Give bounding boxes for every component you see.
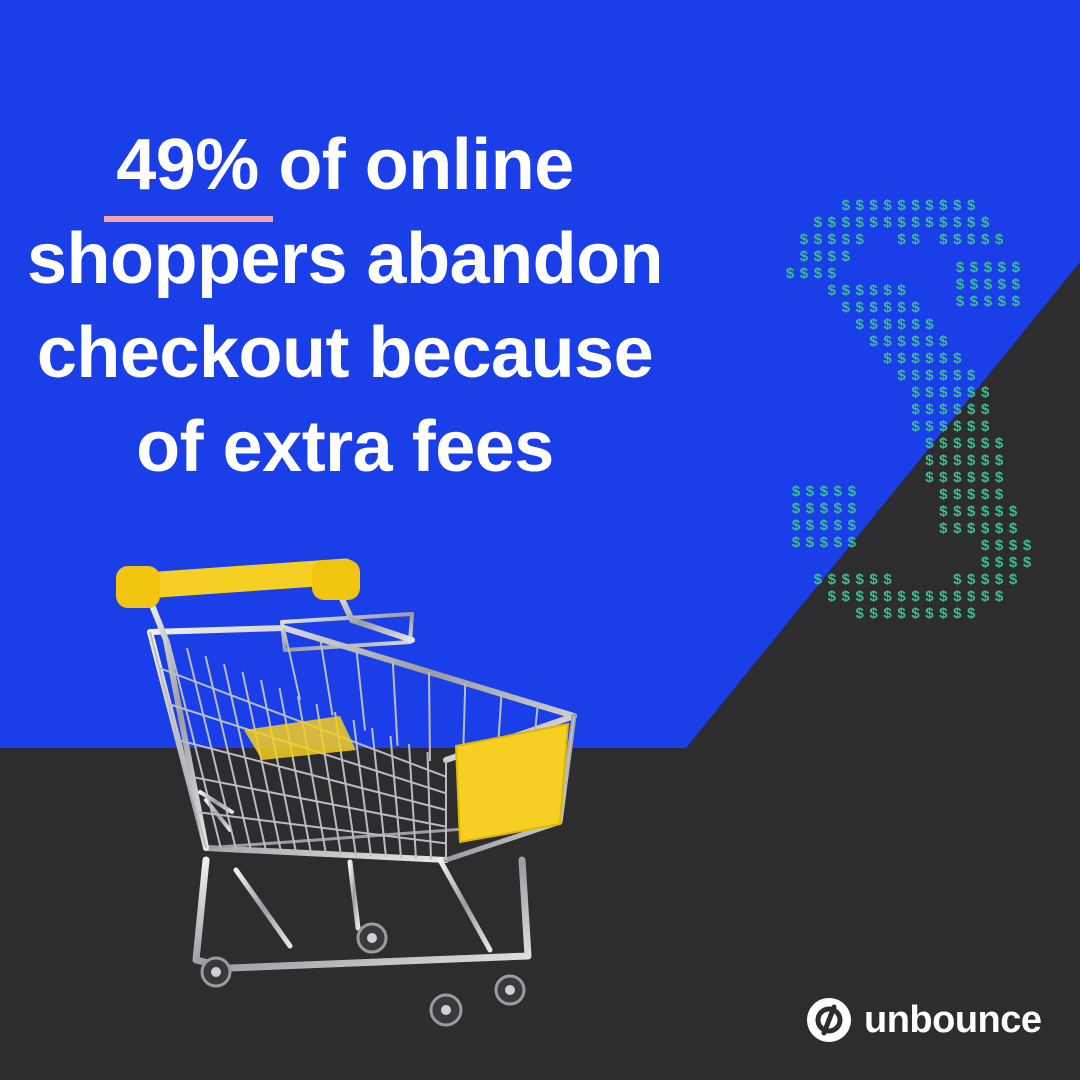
cart-wire (355, 649, 366, 731)
cart-wire (187, 775, 447, 828)
handle-grip-left (116, 566, 160, 608)
unbounce-logo[interactable]: unbounce (806, 996, 1042, 1044)
cart-front-panel (454, 722, 570, 844)
cart-wire (391, 660, 399, 746)
cart-wire (283, 627, 301, 701)
shopping-cart-icon (116, 558, 577, 1027)
cart-wire (428, 671, 431, 762)
unbounce-logo-icon (807, 998, 851, 1042)
brand-name: unbounce (864, 999, 1042, 1041)
handle-grip-right (312, 560, 360, 600)
ad-canvas: $ $ $ $ $ $ $ $ $ $ $ $ $ $ $ $ $ $ $ $ $ $ $ $ $ $ $ $ $ $ $ $ $ $ $ $ $ $ $ $… (0, 0, 1080, 1080)
cart-wire (319, 638, 334, 716)
